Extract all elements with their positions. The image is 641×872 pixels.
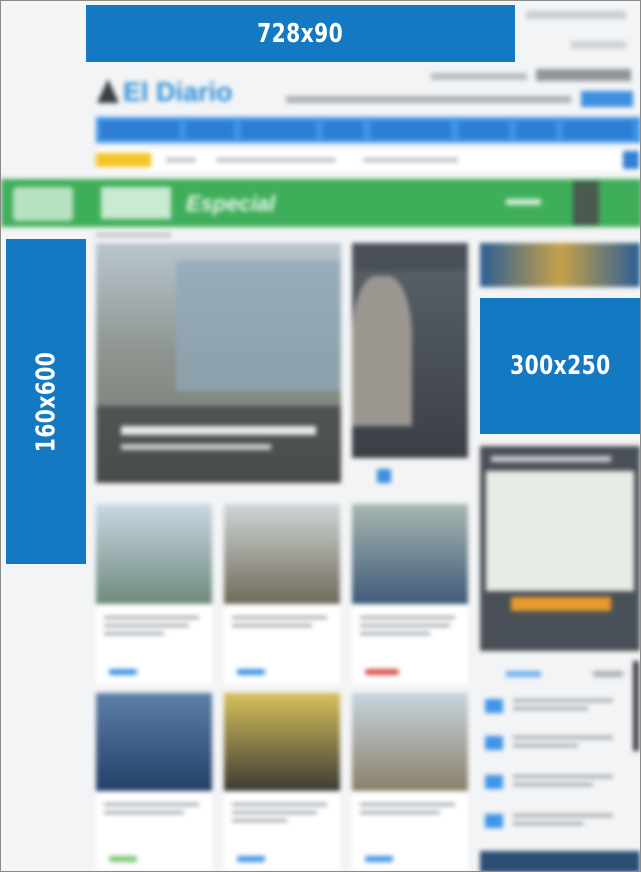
list-item-text[interactable] <box>513 814 613 817</box>
nav-item[interactable] <box>371 121 451 139</box>
lead-story-building <box>176 261 341 391</box>
ad-size-label: 300x250 <box>509 351 611 381</box>
social-icons[interactable] <box>536 69 631 81</box>
story-card-tag[interactable] <box>237 856 265 862</box>
list-item-icon <box>485 814 503 828</box>
nav-item[interactable] <box>323 121 363 139</box>
list-item-text[interactable] <box>513 736 613 739</box>
list-item-icon <box>485 775 503 789</box>
nav-item[interactable] <box>563 121 633 139</box>
list-item-text[interactable] <box>513 822 583 825</box>
logo-mark-icon <box>97 79 119 103</box>
list-tab[interactable] <box>593 671 623 677</box>
right-banner-ad[interactable] <box>480 243 640 287</box>
breaking-next-button[interactable] <box>623 151 639 169</box>
section-breadcrumb <box>96 233 171 237</box>
story-card-image[interactable] <box>96 504 212 604</box>
nav-item[interactable] <box>241 121 316 139</box>
story-card-headline[interactable] <box>360 803 455 806</box>
story-card-image[interactable] <box>224 693 340 791</box>
nav-item[interactable] <box>101 121 179 139</box>
story-card-headline[interactable] <box>232 624 312 627</box>
feature-story-portrait <box>352 276 412 426</box>
story-card-headline[interactable] <box>104 624 189 627</box>
story-card-headline[interactable] <box>104 803 199 806</box>
story-card-image[interactable] <box>96 693 212 791</box>
banner-link[interactable] <box>506 199 541 205</box>
list-item-text[interactable] <box>513 775 613 778</box>
story-card-tag[interactable] <box>237 669 265 675</box>
breaking-headline[interactable] <box>166 158 196 162</box>
map-image[interactable] <box>486 471 634 591</box>
banner-logo <box>101 187 171 219</box>
page-frame: El Diario Especial 728x90 160x600 300x25… <box>0 0 641 872</box>
story-card-headline[interactable] <box>104 811 184 814</box>
story-card-tag[interactable] <box>109 856 137 862</box>
story-card-image[interactable] <box>224 504 340 604</box>
nav-item[interactable] <box>459 121 509 139</box>
story-card-headline[interactable] <box>232 616 327 619</box>
nav-item[interactable] <box>516 121 556 139</box>
breaking-tag <box>96 153 151 167</box>
site-logo[interactable]: El Diario <box>97 77 263 107</box>
header-links[interactable] <box>286 96 571 103</box>
nav-item[interactable] <box>186 121 234 139</box>
scrollbar[interactable] <box>633 661 639 751</box>
list-item-text[interactable] <box>513 783 593 786</box>
special-banner[interactable] <box>1 179 640 227</box>
story-card-tag[interactable] <box>365 669 399 675</box>
story-card-tag[interactable] <box>365 856 393 862</box>
logo-text: El Diario <box>123 77 233 107</box>
breaking-headline[interactable] <box>363 158 458 162</box>
list-tab[interactable] <box>506 671 541 677</box>
ad-leaderboard-728x90[interactable]: 728x90 <box>86 5 515 62</box>
banner-text: Especial <box>186 191 276 216</box>
story-card-headline[interactable] <box>104 632 164 635</box>
feature-story-header <box>352 243 468 271</box>
story-card-headline[interactable] <box>104 616 199 619</box>
top-utility-links <box>526 11 626 19</box>
story-card-headline[interactable] <box>232 803 327 806</box>
breaking-headline[interactable] <box>216 158 336 162</box>
banner-person-image <box>573 181 599 225</box>
list-item-text[interactable] <box>513 707 588 710</box>
story-card-headline[interactable] <box>360 624 450 627</box>
story-card-headline[interactable] <box>360 632 430 635</box>
login-link[interactable] <box>571 41 626 49</box>
list-item-icon <box>485 699 503 713</box>
ad-size-label: 160x600 <box>31 351 62 452</box>
story-card-headline[interactable] <box>360 811 440 814</box>
list-item-text[interactable] <box>513 744 578 747</box>
story-card-headline[interactable] <box>232 819 287 822</box>
map-cta-button[interactable] <box>511 597 611 611</box>
map-widget-title <box>491 456 611 462</box>
blurred-site-background: El Diario Especial <box>1 1 640 871</box>
header-date <box>431 73 527 80</box>
story-card-image[interactable] <box>352 504 468 604</box>
story-card-tag[interactable] <box>109 669 137 675</box>
list-item-text[interactable] <box>513 699 613 702</box>
lead-headline[interactable] <box>121 444 271 450</box>
bottom-right-ad[interactable] <box>480 851 640 871</box>
story-card-headline[interactable] <box>232 811 317 814</box>
story-card-image[interactable] <box>352 693 468 791</box>
ad-rectangle-300x250[interactable]: 300x250 <box>480 298 640 434</box>
banner-icon <box>13 187 73 221</box>
lead-headline[interactable] <box>121 426 316 435</box>
ad-skyscraper-160x600[interactable]: 160x600 <box>6 239 86 564</box>
list-item-icon <box>485 736 503 750</box>
ad-size-label: 728x90 <box>257 18 344 49</box>
subscribe-button[interactable] <box>581 91 633 107</box>
feature-pagination-dot[interactable] <box>377 469 391 483</box>
story-card-headline[interactable] <box>360 616 455 619</box>
